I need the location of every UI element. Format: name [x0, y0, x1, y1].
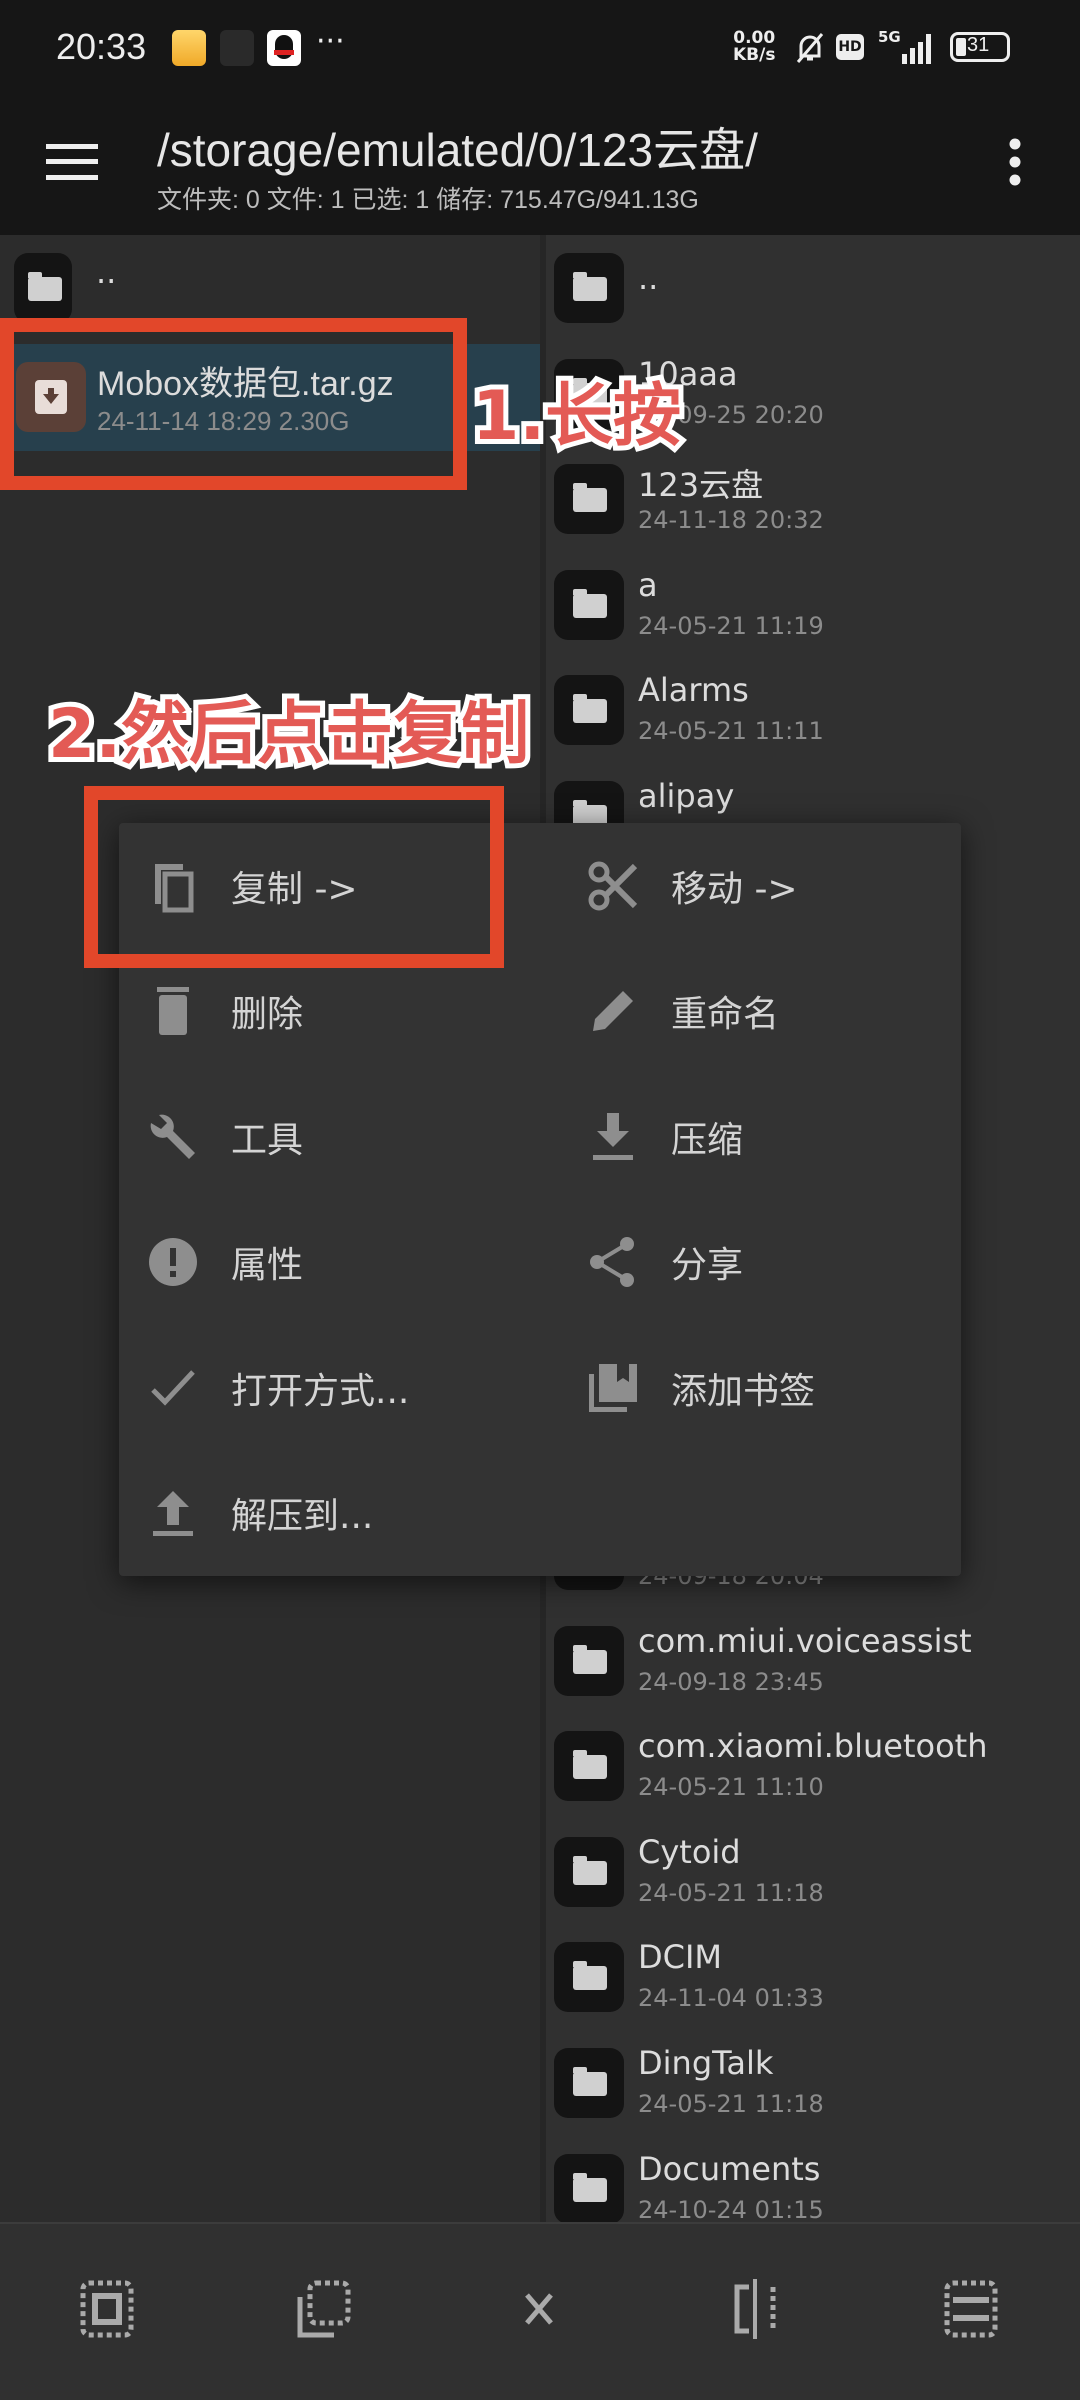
split-pane-icon[interactable] [710, 2264, 800, 2354]
list-item[interactable]: Alarms 24-05-21 11:11 [546, 657, 1080, 763]
folder-icon [14, 253, 72, 323]
current-path: /storage/emulated/0/123云盘/ [157, 124, 758, 176]
highlight-box-copy [84, 786, 504, 968]
info-alert-icon [149, 1238, 197, 1287]
item-date: 24-05-21 11:10 [638, 1773, 824, 1802]
list-item[interactable]: 123云盘 24-11-18 20:32 [546, 446, 1080, 552]
item-name: alipay [638, 777, 735, 815]
network-type: 5G [878, 28, 901, 46]
menu-item-check[interactable]: 打开方式... [119, 1325, 540, 1451]
select-range-icon[interactable] [279, 2264, 369, 2354]
select-inverse-icon[interactable] [62, 2264, 152, 2354]
pencil-icon [593, 991, 633, 1032]
folder-icon [554, 2048, 624, 2118]
menu-item-label: 工具 [231, 1119, 304, 1161]
close-icon[interactable] [494, 2264, 584, 2354]
item-date: 24-09-18 23:45 [638, 1667, 824, 1696]
item-date: 24-11-04 01:33 [638, 1984, 824, 2013]
list-item[interactable]: a 24-05-21 11:19 [546, 552, 1080, 658]
item-name: Cytoid [638, 1832, 741, 1871]
item-date: 24-05-21 11:18 [638, 1878, 824, 1907]
menu-item-share[interactable]: 分享 [540, 1200, 961, 1326]
qq-app-icon [267, 30, 301, 66]
folder-icon [554, 1942, 624, 2013]
menu-item-label: 属性 [231, 1245, 304, 1287]
list-item[interactable]: DCIM 24-11-04 01:33 [546, 1924, 1080, 2030]
app-bar: /storage/emulated/0/123云盘/ 文件夹: 0 文件: 1 … [0, 92, 1080, 235]
scissors-icon [588, 861, 638, 911]
folder-icon [554, 1836, 624, 1907]
select-all-icon[interactable] [926, 2264, 1016, 2354]
menu-item-scissors[interactable]: 移动 -> [540, 823, 961, 949]
menu-item-label: 移动 -> [671, 868, 798, 910]
bookmark-icon [589, 1363, 637, 1412]
menu-item-label: 解压到... [231, 1496, 374, 1538]
menu-item-info-alert[interactable]: 属性 [119, 1200, 540, 1326]
menu-item-download[interactable]: 压缩 [540, 1074, 961, 1200]
folder-icon [554, 1625, 624, 1696]
annotation-step2: 2.然后点击复制 [43, 690, 534, 779]
notes-app-icon [172, 30, 206, 66]
folder-icon [554, 675, 624, 746]
net-speed: 0.00 KB/s [733, 28, 776, 65]
menu-item-label: 添加书签 [671, 1370, 816, 1412]
list-item[interactable]: Cytoid 24-05-21 11:18 [546, 1819, 1080, 1925]
list-item[interactable]: com.miui.voiceassist 24-09-18 23:45 [546, 1608, 1080, 1714]
menu-icon[interactable] [46, 144, 98, 180]
item-date: 24-05-21 11:18 [638, 2090, 824, 2118]
item-date: 24-10-24 01:15 [638, 2195, 824, 2224]
clock: 20:33 [56, 26, 147, 67]
item-name: 123云盘 [638, 466, 764, 505]
menu-item-label: 分享 [671, 1245, 744, 1287]
menu-item-bookmark[interactable]: 添加书签 [540, 1325, 961, 1451]
storage-stats: 文件夹: 0 文件: 1 已选: 1 储存: 715.47G/941.13G [157, 186, 699, 214]
list-item[interactable]: .. [546, 235, 1080, 341]
item-date: 24-11-18 20:32 [638, 506, 824, 535]
upload-icon [153, 1491, 193, 1537]
item-date: 24-05-21 11:11 [638, 717, 824, 746]
more-notifications-icon: ··· [316, 24, 345, 59]
highlight-box-file [0, 318, 467, 490]
list-item[interactable]: com.xiaomi.bluetooth 24-05-21 11:10 [546, 1713, 1080, 1819]
signal-icon [900, 32, 936, 64]
item-name: DCIM [638, 1938, 723, 1977]
item-name: com.miui.voiceassist [638, 1621, 972, 1660]
menu-item-label: 重命名 [671, 994, 780, 1036]
item-name: DingTalk [638, 2044, 774, 2082]
folder-icon [554, 1731, 624, 1802]
menu-item-pencil[interactable]: 重命名 [540, 949, 961, 1075]
more-options-icon[interactable] [1008, 138, 1022, 186]
menu-item-upload[interactable]: 解压到... [119, 1451, 540, 1577]
share-icon [590, 1237, 634, 1288]
menu-item-label: 打开方式... [231, 1370, 410, 1412]
list-item[interactable]: DingTalk 24-05-21 11:18 [546, 2030, 1080, 2136]
download-icon [593, 1112, 633, 1160]
trash-icon [157, 987, 189, 1036]
item-name: Alarms [638, 671, 749, 710]
menu-item-label: 压缩 [671, 1119, 744, 1161]
status-bar: 20:33 ··· 0.00 KB/s HD 5G 31 [0, 0, 1080, 92]
annotation-step1: 1.长按 [467, 372, 686, 461]
folder-icon [554, 2153, 624, 2224]
check-icon [151, 1370, 195, 1406]
bell-off-icon [795, 32, 825, 64]
battery-icon: 31 [950, 32, 1010, 62]
folder-icon [554, 253, 624, 323]
menu-item-label: 删除 [231, 994, 304, 1036]
wrench-icon [150, 1114, 195, 1159]
folder-icon [554, 569, 624, 640]
folder-icon [554, 464, 624, 535]
item-name: .. [638, 259, 659, 297]
bottom-toolbar [0, 2222, 1080, 2400]
item-date: 24-05-21 11:19 [638, 611, 824, 640]
recorder-app-icon [220, 30, 254, 66]
menu-item-wrench[interactable]: 工具 [119, 1074, 540, 1200]
item-name: com.xiaomi.bluetooth [638, 1727, 988, 1766]
item-name: a [638, 565, 658, 604]
hd-icon: HD [836, 34, 864, 60]
item-name: Documents [638, 2149, 821, 2188]
